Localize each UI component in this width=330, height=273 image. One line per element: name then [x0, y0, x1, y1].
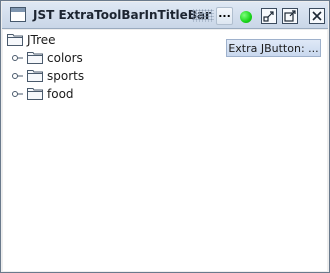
status-indicator-icon [240, 11, 252, 23]
tree-root-label: JTree [27, 33, 56, 47]
tree-node-food[interactable]: food [12, 85, 74, 103]
window-app-icon [10, 7, 26, 22]
tree-node-colors[interactable]: colors [12, 49, 83, 67]
titlebar-drag-grip-icon[interactable] [192, 9, 214, 22]
folder-icon [27, 88, 43, 100]
window-titlebar[interactable]: JST ExtraToolBarInTitleBar ... [2, 2, 328, 29]
tree-node-label: sports [47, 69, 85, 83]
tree-node-sports[interactable]: sports [12, 67, 84, 85]
close-button[interactable] [309, 8, 325, 24]
window-title: JST ExtraToolBarInTitleBar [33, 8, 211, 22]
app-window: JST ExtraToolBarInTitleBar ... JTree col… [0, 0, 330, 273]
expand-handle-icon[interactable] [12, 72, 23, 80]
iconify-icon [263, 11, 274, 22]
close-icon [312, 11, 322, 21]
tree-node-label: food [47, 87, 74, 101]
titlebar-more-button[interactable]: ... [216, 7, 233, 25]
expand-handle-icon[interactable] [12, 90, 23, 98]
maximize-button[interactable] [282, 8, 298, 24]
folder-icon [27, 70, 43, 82]
tree-root-node[interactable]: JTree [7, 31, 56, 49]
extra-jbutton[interactable]: Extra JButton: ... [226, 39, 321, 57]
tree-panel: JTree colors sports food Extra JButton: … [3, 30, 327, 271]
expand-handle-icon[interactable] [12, 54, 23, 62]
folder-icon [27, 52, 43, 64]
folder-open-icon [7, 34, 23, 46]
tree-node-label: colors [47, 51, 83, 65]
iconify-button[interactable] [261, 8, 277, 24]
maximize-icon [284, 10, 296, 22]
